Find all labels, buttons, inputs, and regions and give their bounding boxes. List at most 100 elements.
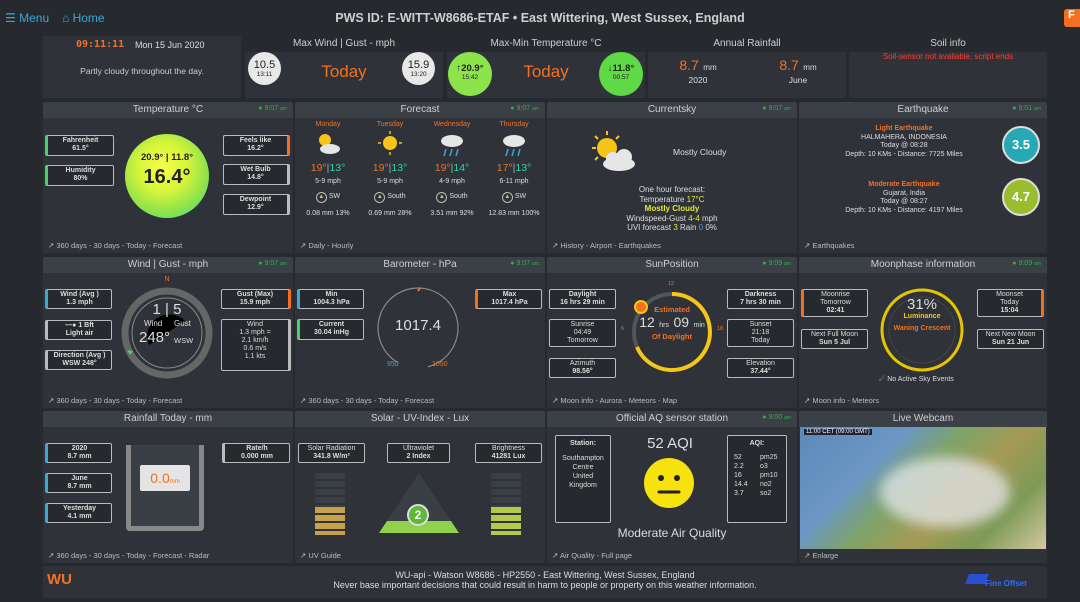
settings-badge[interactable]: F	[1064, 9, 1080, 27]
fahrenheit-box: Fahrenheit 61.5°	[45, 135, 114, 156]
solar-panel: Solar - UV-Index - Lux Solar Radiation 34…	[295, 411, 545, 563]
panel-title: Solar - UV-Index - Lux	[295, 411, 545, 427]
wind-direction-icon: ▲	[315, 192, 327, 203]
forecast-day: Thursday 17°|13° 6-11 mph ▲ SW 12.83 mm 100%	[483, 120, 545, 218]
sunrise-box: Sunrise 04:49 Tomorrow	[549, 319, 616, 347]
update-time: ● 9:09 am	[762, 260, 791, 267]
station-title: PWS ID: E-WITT-W8686-ETAF • East Witteri…	[335, 11, 745, 25]
air-quality-label: Moderate Air Quality	[617, 526, 727, 540]
webcam-image[interactable]: 11:00 CET (09:00 GMT)	[800, 427, 1046, 549]
of-daylight-label: Of Daylight	[651, 332, 692, 341]
rainfall-footer-links[interactable]: ↗ 360 days - 30 days - Today - Forecast …	[48, 551, 209, 560]
temperature-dial: 20.9° | 11.8° 16.4°	[125, 134, 209, 218]
forecast-panel: Forecast ● 9:07 am Monday 19°|13° 5-9 mph ▲…	[295, 102, 545, 253]
update-time: ● 9:09 am	[1012, 260, 1041, 267]
gust-box: Gust (Max) 15.9 mph	[221, 289, 291, 309]
daylight-remaining: 12 hrs 09 min	[639, 314, 705, 330]
dial-6: 6	[621, 326, 625, 332]
aq-footer-links[interactable]: ↗ Air Quality - Full page	[552, 551, 632, 560]
solar-footer-links[interactable]: ↗ UV Guide	[300, 551, 341, 560]
wind-conversion-box: Wind 1.3 mph = 2.1 km/h 0.6 m/s 1.1 kts	[221, 319, 291, 371]
panel-title: Annual Rainfall	[648, 36, 846, 52]
date: Mon 15 Jun 2020	[135, 40, 205, 50]
barometer-panel: Barometer - hPa ● 9:07 am Min 1004.3 hPa …	[295, 257, 545, 408]
uv-index-badge: 2	[407, 504, 429, 526]
moonset-box: Moonset Today 15:04	[977, 289, 1044, 317]
moon-percent: 31%	[906, 296, 938, 313]
external-link-icon: ↗	[552, 551, 559, 560]
magnitude-badge: 4.7	[1002, 178, 1040, 216]
aqi-value: 52 AQI	[647, 435, 693, 452]
current-condition: Mostly Cloudy	[673, 147, 727, 157]
direction-box: Direction (Avg ) WSW 248°	[45, 350, 112, 370]
earthquake-2[interactable]: Moderate Earthquake Gujarat, India Today …	[799, 181, 1009, 215]
forecast-footer-links[interactable]: ↗ Daily - Hourly	[300, 241, 353, 250]
external-link-icon: ↗	[300, 551, 307, 560]
baro-min-box: Min 1004.3 hPa	[297, 289, 364, 309]
aq-row: 14.4 no2	[734, 481, 772, 488]
temperature-footer-links[interactable]: ↗ 360 days - 30 days - Today - Forecast	[48, 241, 182, 250]
barometer-footer-links[interactable]: ↗ 360 days - 30 days - Today - Forecast	[300, 396, 434, 405]
ultraviolet-box: Ultraviolet 2 Index	[387, 443, 450, 463]
sun-footer-links[interactable]: ↗ Moon info - Aurora - Meteors - Map	[552, 396, 677, 405]
dewpoint-box: Dewpoint 12.9°	[223, 194, 290, 215]
currentsky-footer-links[interactable]: ↗ History - Airport - Earthquakes	[552, 241, 661, 250]
moon-footer-links[interactable]: ↗ Moon info - Meteors	[804, 396, 879, 405]
external-link-icon: ↗	[804, 396, 811, 405]
update-time: ● 9:07 am	[258, 260, 287, 267]
solar-bar	[315, 473, 345, 535]
forecast-day-name: Thursday	[499, 121, 529, 128]
clock-panel: 09:11:11 Mon 15 Jun 2020 Partly cloudy t…	[43, 36, 241, 98]
rain-year: 8.7 mm 2020	[679, 57, 717, 85]
external-link-icon: ↗	[48, 551, 55, 560]
update-time: ● 9:07 am	[762, 105, 791, 112]
webcam-enlarge-link[interactable]: ↗ Enlarge	[804, 551, 838, 560]
today-label: Today	[523, 62, 569, 81]
wind-min-circle: 10.5 13:11	[248, 52, 281, 85]
wind-max-circle: 15.9 13:20	[402, 52, 435, 85]
brightness-box: Brightness 41281 Lux	[475, 443, 542, 463]
earthquake-footer-links[interactable]: ↗ Earthquakes	[804, 241, 855, 250]
moon-phase-name: Waning Crescent	[893, 325, 951, 332]
wind-avg-box: Wind (Avg ) 1.3 mph	[45, 289, 112, 309]
solar-radiation-box: Solar Radiation 341.8 W/m²	[298, 443, 365, 463]
scale-low: 950	[387, 361, 399, 368]
today-label: Today	[321, 62, 367, 81]
wind-direction-deg: 248°	[139, 329, 171, 346]
meteor-icon: ☄	[879, 376, 886, 383]
earthquake-1[interactable]: Light Earthquake HALMAHERA, INDONESIA Tod…	[799, 125, 1009, 159]
wind-direction-icon: ▲	[436, 192, 448, 203]
forecast-day-name: Monday	[315, 121, 341, 128]
estimated-label: Estimated	[654, 305, 690, 314]
aq-row: 52 pm25	[734, 454, 778, 461]
annual-rain-panel: Annual Rainfall 8.7 mm 2020 8.7 mm June	[648, 36, 846, 98]
moon-panel: Moonphase information ● 9:09 am Moonrise…	[799, 257, 1047, 408]
update-time: ● 9:07 am	[510, 105, 539, 112]
wind-panel: Wind | Gust - mph ● 9:07 am Wind (Avg ) 1…	[43, 257, 293, 408]
humidity-box: Humidity 80%	[45, 165, 114, 186]
mostly-cloudy-icon	[592, 131, 635, 171]
lux-bar	[491, 473, 521, 535]
wind-label: Wind	[144, 319, 163, 328]
currentsky-panel: Currentsky ● 9:07 am Mostly Cloudy One h…	[547, 102, 797, 253]
gust-label: Gust	[174, 319, 191, 328]
luminance-label: Luminance	[903, 313, 941, 320]
dial-18: 18	[717, 326, 724, 332]
moonrise-box: Moonrise Tomorrow 02:41	[801, 289, 868, 317]
hour-forecast: One hour forecast: Temperature 17°C Most…	[626, 185, 718, 232]
rain-month-box: June 8.7 mm	[45, 473, 112, 493]
wind-footer-links[interactable]: ↗ 360 days - 30 days - Today - Forecast	[48, 396, 182, 405]
external-link-icon: ↗	[48, 396, 55, 405]
top-bar: ☰ Menu ⌂ Home PWS ID: E-WITT-W8686-ETAF …	[0, 0, 1080, 36]
sun-panel: SunPosition ● 9:09 am Daylight 16 hrs 29 …	[547, 257, 797, 408]
baro-current-box: Current 30.04 inHg	[297, 319, 364, 340]
webcam-panel: Live Webcam 11:00 CET (09:00 GMT) ↗ Enla…	[799, 411, 1047, 563]
temp-range-panel: Max-Min Temperature °C ↑20.9° 15:42 Today…	[447, 36, 645, 98]
forecast-day-name: Wednesday	[433, 121, 471, 128]
soil-panel: Soil info Soil-sensor not available, scr…	[849, 36, 1047, 98]
update-time: ● 9:00 am	[762, 414, 791, 421]
next-new-moon-box: Next New Moon Sun 21 Jun	[977, 329, 1044, 349]
rain-rate-box: Rate/h 0.000 mm	[222, 443, 290, 463]
external-link-icon: ↗	[804, 551, 811, 560]
panel-title: Currentsky	[547, 102, 797, 118]
